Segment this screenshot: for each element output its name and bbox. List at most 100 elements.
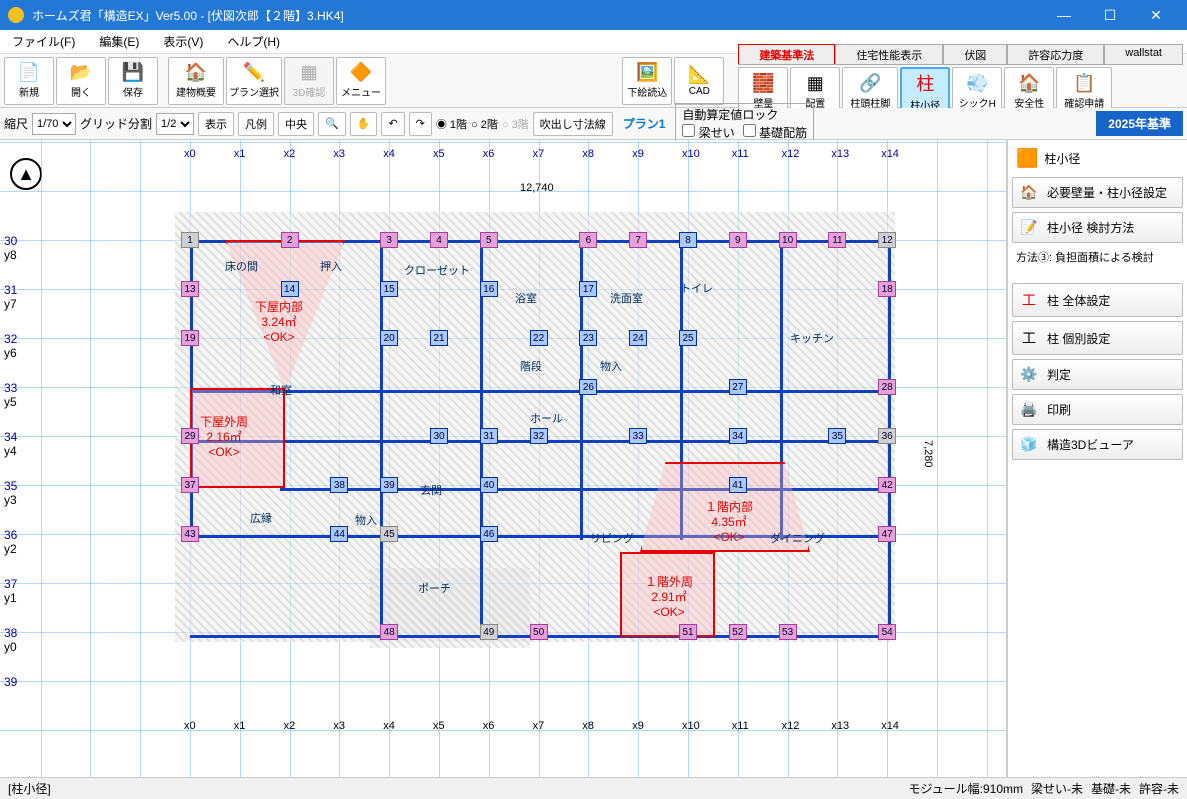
3d-confirm-button[interactable]: ▦3D確認 <box>284 57 334 105</box>
pillar-marker[interactable]: 39 <box>380 477 398 493</box>
pillar-marker[interactable]: 26 <box>579 379 597 395</box>
minimize-button[interactable]: ― <box>1041 0 1087 30</box>
menu-file[interactable]: ファイル(F) <box>8 31 79 52</box>
pillar-marker[interactable]: 29 <box>181 428 199 444</box>
pillar-marker[interactable]: 13 <box>181 281 199 297</box>
pillar-marker[interactable]: 44 <box>330 526 348 542</box>
pillar-marker[interactable]: 37 <box>181 477 199 493</box>
print-button[interactable]: 🖨️印刷 <box>1012 394 1183 425</box>
zoom-button[interactable]: 🔍 <box>318 112 346 136</box>
pillar-marker[interactable]: 12 <box>878 232 896 248</box>
pillar-marker[interactable]: 43 <box>181 526 199 542</box>
floor-plan-canvas[interactable]: ▲ // grid drawn after data load below 12… <box>0 140 1007 777</box>
judge-button[interactable]: ⚙️判定 <box>1012 359 1183 390</box>
pillar-marker[interactable]: 38 <box>330 477 348 493</box>
pillar-marker[interactable]: 16 <box>480 281 498 297</box>
pillar-marker[interactable]: 53 <box>779 624 797 640</box>
pillar-marker[interactable]: 2 <box>281 232 299 248</box>
pillar-marker[interactable]: 36 <box>878 428 896 444</box>
3d-viewer-button[interactable]: 🧊構造3Dビューア <box>1012 429 1183 460</box>
pillar-marker[interactable]: 14 <box>281 281 299 297</box>
building-overview-button[interactable]: 🏠建物概要 <box>168 57 224 105</box>
pillar-marker[interactable]: 5 <box>480 232 498 248</box>
center-button[interactable]: 中央 <box>278 112 314 136</box>
pillar-marker[interactable]: 49 <box>480 624 498 640</box>
save-button[interactable]: 💾保存 <box>108 57 158 105</box>
pillar-marker[interactable]: 18 <box>878 281 896 297</box>
pillar-marker[interactable]: 8 <box>679 232 697 248</box>
pillar-marker[interactable]: 41 <box>729 477 747 493</box>
method-note: 方法③: 負担面積による検討 <box>1012 247 1183 267</box>
pillar-marker[interactable]: 19 <box>181 330 199 346</box>
pillar-marker[interactable]: 6 <box>579 232 597 248</box>
maximize-button[interactable]: ☐ <box>1087 0 1133 30</box>
pillar-marker[interactable]: 54 <box>878 624 896 640</box>
pillar-marker[interactable]: 24 <box>629 330 647 346</box>
required-wall-column-button[interactable]: 🏠必要壁量・柱小径設定 <box>1012 177 1183 208</box>
grid-select[interactable]: 1/2 <box>156 113 194 135</box>
pillar-marker[interactable]: 51 <box>679 624 697 640</box>
menu-help[interactable]: ヘルプ(H) <box>223 31 284 52</box>
cad-button[interactable]: 📐CAD <box>674 57 724 105</box>
pillar-marker[interactable]: 27 <box>729 379 747 395</box>
column-all-settings-button[interactable]: 工柱 全体設定 <box>1012 283 1183 317</box>
redo-button[interactable]: ↷ <box>409 112 432 136</box>
blowout-dimension-button[interactable]: 吹出し寸法線 <box>533 112 613 136</box>
new-button[interactable]: 📄新規 <box>4 57 54 105</box>
scale-select[interactable]: 1/70 <box>32 113 76 135</box>
pillar-marker[interactable]: 22 <box>530 330 548 346</box>
pillar-marker[interactable]: 50 <box>530 624 548 640</box>
tab-fusezu[interactable]: 伏図 <box>943 44 1007 64</box>
pan-button[interactable]: ✋ <box>350 112 378 136</box>
tab-law[interactable]: 建築基準法 <box>738 44 835 64</box>
pillar-marker[interactable]: 48 <box>380 624 398 640</box>
image-load-button[interactable]: 🖼️下絵読込 <box>622 57 672 105</box>
column-individual-settings-button[interactable]: 工柱 個別設定 <box>1012 321 1183 355</box>
menu-button[interactable]: 🔶メニュー <box>336 57 386 105</box>
pillar-marker[interactable]: 32 <box>530 428 548 444</box>
pillar-marker[interactable]: 7 <box>629 232 647 248</box>
pillar-marker[interactable]: 25 <box>679 330 697 346</box>
pillar-marker[interactable]: 45 <box>380 526 398 542</box>
foundation-checkbox[interactable]: 基礎配筋 <box>743 124 807 141</box>
zone-label-1: 下屋内部3.24㎡<OK> <box>255 300 303 346</box>
pillar-marker[interactable]: 40 <box>480 477 498 493</box>
pillar-marker[interactable]: 42 <box>878 477 896 493</box>
undo-button[interactable]: ↶ <box>381 112 404 136</box>
pillar-marker[interactable]: 11 <box>828 232 846 248</box>
pillar-marker[interactable]: 35 <box>828 428 846 444</box>
pillar-marker[interactable]: 28 <box>878 379 896 395</box>
height-dimension: 7,280 <box>922 440 934 468</box>
floor-1-radio[interactable]: ◉ 1階 <box>436 116 467 132</box>
pillar-marker[interactable]: 10 <box>779 232 797 248</box>
tab-allow[interactable]: 許容応力度 <box>1007 44 1104 64</box>
column-method-button[interactable]: 📝柱小径 検討方法 <box>1012 212 1183 243</box>
pillar-marker[interactable]: 21 <box>430 330 448 346</box>
menu-edit[interactable]: 編集(E) <box>95 31 143 52</box>
pillar-marker[interactable]: 31 <box>480 428 498 444</box>
pillar-marker[interactable]: 34 <box>729 428 747 444</box>
open-button[interactable]: 📂開く <box>56 57 106 105</box>
floor-2-radio[interactable]: ○ 2階 <box>471 116 498 132</box>
pillar-marker[interactable]: 23 <box>579 330 597 346</box>
tab-wallstat[interactable]: wallstat <box>1104 44 1183 64</box>
pillar-marker[interactable]: 17 <box>579 281 597 297</box>
menu-view[interactable]: 表示(V) <box>159 31 207 52</box>
legend-button[interactable]: 凡例 <box>238 112 274 136</box>
pillar-marker[interactable]: 46 <box>480 526 498 542</box>
pillar-marker[interactable]: 20 <box>380 330 398 346</box>
pillar-marker[interactable]: 4 <box>430 232 448 248</box>
pillar-marker[interactable]: 33 <box>629 428 647 444</box>
pillar-marker[interactable]: 47 <box>878 526 896 542</box>
pillar-marker[interactable]: 9 <box>729 232 747 248</box>
plan-select-button[interactable]: ✏️プラン選択 <box>226 57 282 105</box>
pillar-marker[interactable]: 3 <box>380 232 398 248</box>
show-button[interactable]: 表示 <box>198 112 234 136</box>
close-button[interactable]: ✕ <box>1133 0 1179 30</box>
pillar-marker[interactable]: 15 <box>380 281 398 297</box>
beam-checkbox[interactable]: 梁せい <box>682 124 734 141</box>
pillar-marker[interactable]: 30 <box>430 428 448 444</box>
pillar-marker[interactable]: 52 <box>729 624 747 640</box>
pillar-marker[interactable]: 1 <box>181 232 199 248</box>
tab-perf[interactable]: 住宅性能表示 <box>835 44 943 64</box>
